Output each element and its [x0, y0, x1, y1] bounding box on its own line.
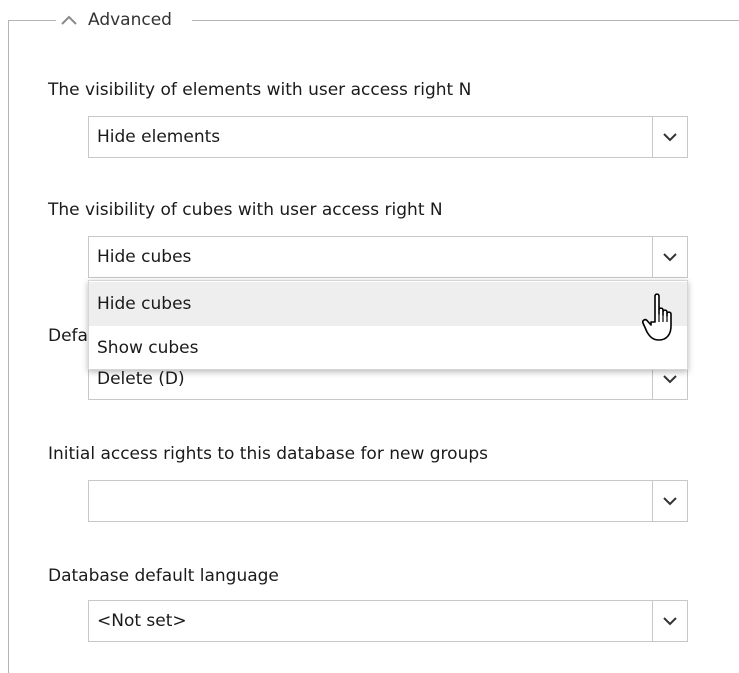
chevron-up-icon: [58, 11, 80, 29]
advanced-section-toggle[interactable]: Advanced: [58, 8, 172, 32]
cubes-visibility-select[interactable]: Hide cubes: [88, 236, 688, 278]
chevron-down-icon: [663, 253, 677, 262]
group-frame-left: [8, 20, 9, 673]
elements-visibility-label: The visibility of elements with user acc…: [48, 80, 472, 100]
cubes-visibility-dropdown-list: Hide cubes Show cubes: [88, 280, 688, 370]
option-hide-cubes[interactable]: Hide cubes: [89, 282, 687, 326]
initial-access-rights-select[interactable]: [88, 480, 688, 522]
dropdown-button[interactable]: [652, 481, 687, 521]
select-value: Hide cubes: [97, 247, 192, 267]
select-value: Hide elements: [97, 127, 221, 147]
chevron-down-icon: [663, 133, 677, 142]
cubes-visibility-label: The visibility of cubes with user access…: [48, 200, 443, 220]
chevron-down-icon: [663, 497, 677, 506]
default-rights-label: Defa: [48, 326, 88, 346]
select-value: <Not set>: [97, 611, 187, 631]
hand-pointer-icon: [642, 293, 672, 341]
elements-visibility-select[interactable]: Hide elements: [88, 116, 688, 158]
group-frame-top-right: [192, 20, 739, 21]
initial-access-rights-label: Initial access rights to this database f…: [48, 444, 488, 464]
section-title: Advanced: [88, 10, 172, 30]
chevron-down-icon: [663, 375, 677, 384]
default-language-label: Database default language: [48, 566, 279, 586]
group-frame-top-left: [8, 20, 56, 21]
dropdown-button[interactable]: [652, 601, 687, 641]
default-language-select[interactable]: <Not set>: [88, 600, 688, 642]
dropdown-button[interactable]: [652, 117, 687, 157]
dropdown-button[interactable]: [652, 237, 687, 277]
chevron-down-icon: [663, 617, 677, 626]
option-show-cubes[interactable]: Show cubes: [89, 326, 687, 370]
